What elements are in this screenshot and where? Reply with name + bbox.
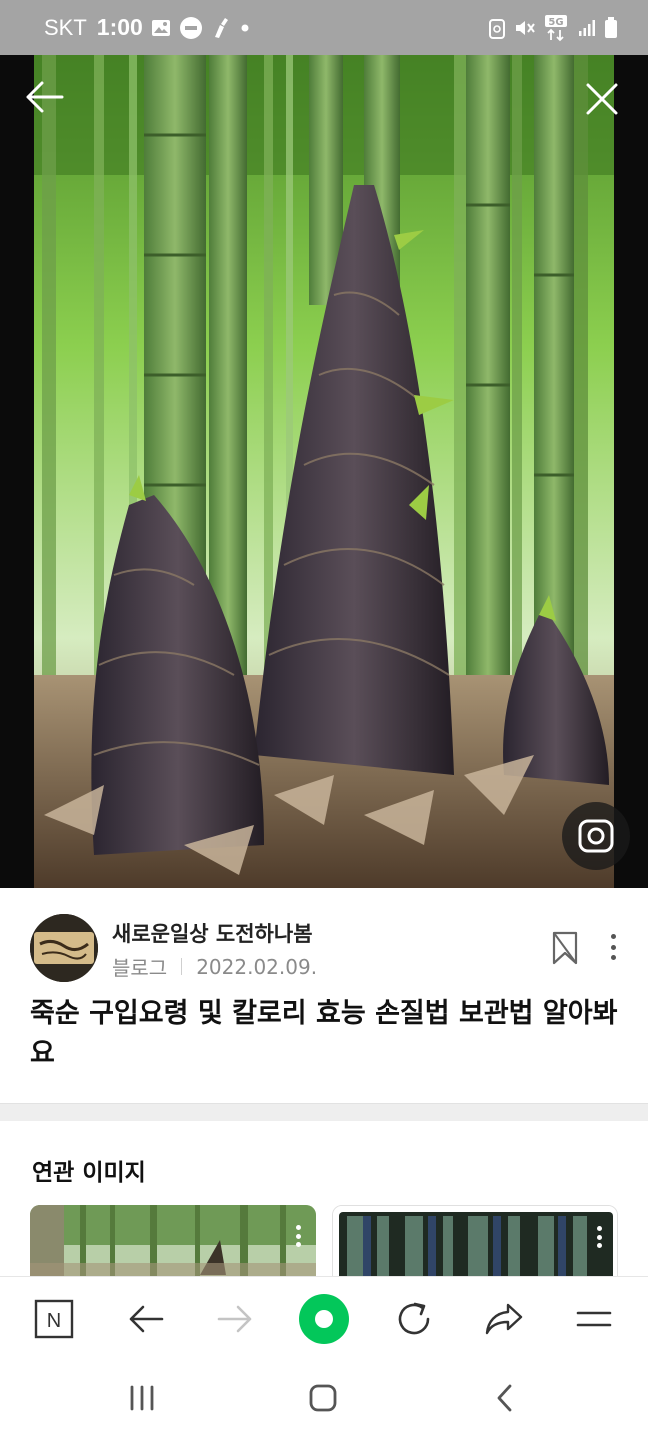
system-nav-bar [0,1360,648,1440]
status-bar: SKT 1:00 5G [0,0,648,55]
5g-data-icon: 5G [544,14,570,42]
share-icon[interactable] [476,1291,532,1347]
signal-icon [578,19,596,37]
mute-icon [514,18,536,38]
post-info: 새로운일상 도전하나봄 블로그 2022.02.09. 죽순 구입요령 및 칼로… [0,888,648,1103]
svg-text:N: N [47,1310,61,1332]
related-images-title: 연관 이미지 [32,1160,146,1186]
camera-lens-icon[interactable] [562,802,630,870]
home-n-icon[interactable]: N [26,1291,82,1347]
recycle-icon [488,17,506,39]
related-images-section: 연관 이미지 [0,1121,648,1276]
browser-toolbar: N [0,1276,648,1360]
notification-dot-icon [239,22,251,34]
close-icon[interactable] [582,79,622,119]
cleaning-icon [211,17,231,39]
section-divider [0,1103,648,1121]
image-viewer [0,55,648,888]
svg-text:5G: 5G [548,17,563,28]
forward-icon [207,1291,263,1347]
carrier-label: SKT [44,14,87,40]
image-icon [151,19,171,37]
avatar[interactable] [30,914,98,982]
recent-apps-icon[interactable] [114,1376,170,1420]
refresh-icon[interactable] [386,1291,442,1347]
menu-icon[interactable] [566,1291,622,1347]
thumb-more-icon[interactable] [597,1226,603,1248]
green-dot-button[interactable] [296,1291,352,1347]
clock: 1:00 [96,14,143,40]
post-title[interactable]: 죽순 구입요령 및 칼로리 효능 손질법 보관법 알아봐요 [30,994,620,1074]
thumb-more-icon[interactable] [296,1225,302,1247]
back-icon[interactable] [477,1376,533,1420]
bookmark-icon[interactable] [550,930,580,966]
post-meta: 블로그 2022.02.09. [112,952,317,981]
related-image-thumb[interactable] [332,1205,618,1276]
related-image-thumb[interactable] [30,1205,316,1276]
author-name[interactable]: 새로운일상 도전하나봄 [112,918,313,948]
home-icon[interactable] [295,1376,351,1420]
battery-icon [604,16,618,39]
oil-lock-icon [179,16,203,40]
bamboo-shoot-photo[interactable] [34,55,614,888]
meta-divider [181,958,183,975]
post-date: 2022.02.09. [196,954,318,979]
back-icon[interactable] [118,1291,174,1347]
more-options-icon[interactable] [602,930,624,964]
back-arrow-icon[interactable] [22,75,66,119]
source-label: 블로그 [112,956,168,980]
